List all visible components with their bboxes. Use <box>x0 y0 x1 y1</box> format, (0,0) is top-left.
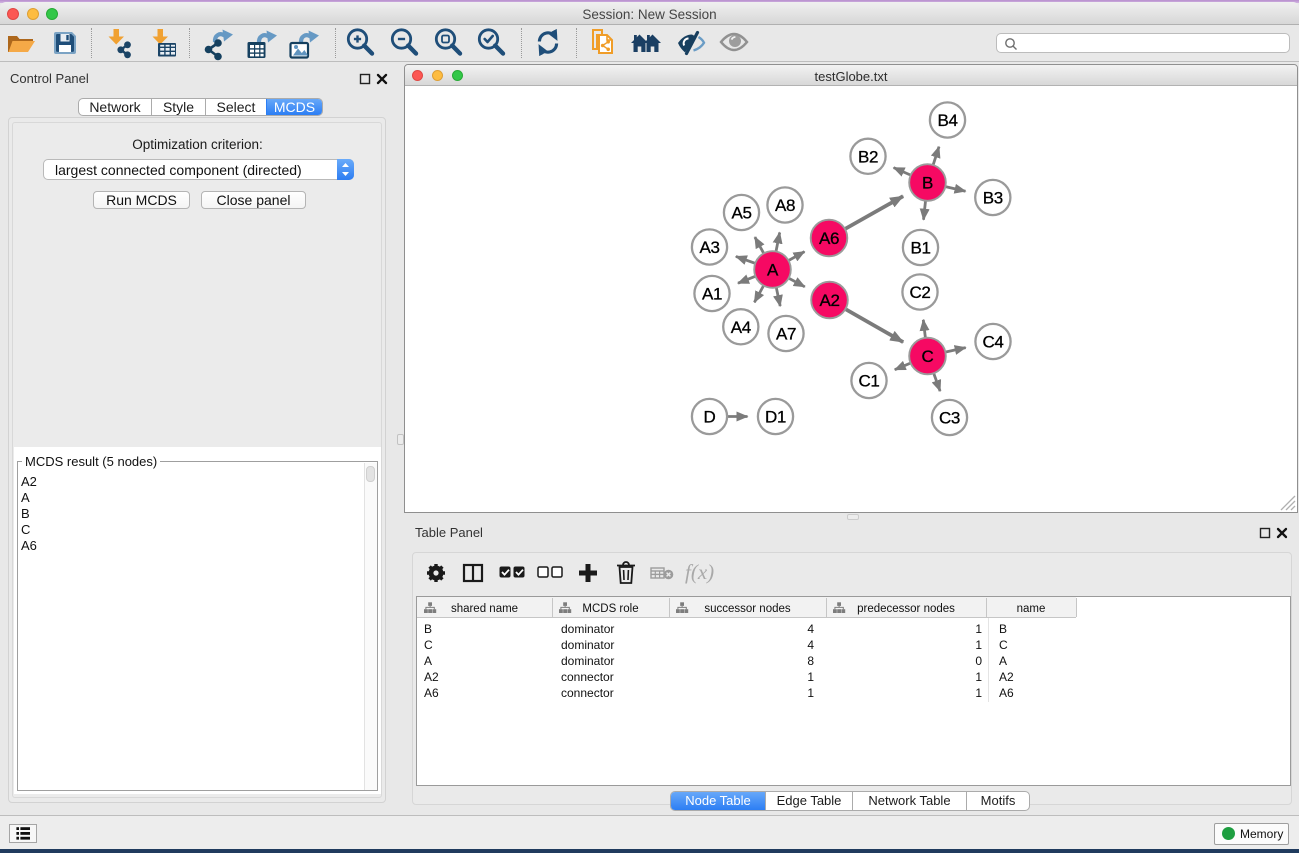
svg-text:B1: B1 <box>911 239 931 258</box>
svg-text:A3: A3 <box>700 238 720 257</box>
svg-text:B2: B2 <box>858 147 878 166</box>
svg-text:A8: A8 <box>775 196 795 215</box>
svg-text:C2: C2 <box>910 283 931 302</box>
svg-text:D1: D1 <box>765 408 786 427</box>
svg-text:A2: A2 <box>820 291 840 310</box>
svg-text:A7: A7 <box>776 325 796 344</box>
svg-text:B3: B3 <box>983 189 1003 208</box>
svg-text:C4: C4 <box>983 333 1004 352</box>
svg-text:A: A <box>767 261 779 280</box>
svg-text:A6: A6 <box>819 229 839 248</box>
svg-text:A5: A5 <box>732 204 752 223</box>
svg-text:A4: A4 <box>731 318 751 337</box>
svg-text:B4: B4 <box>938 111 958 130</box>
svg-text:C3: C3 <box>939 409 960 428</box>
svg-text:D: D <box>704 408 716 427</box>
svg-text:C: C <box>922 347 934 366</box>
svg-text:C1: C1 <box>859 372 880 391</box>
svg-text:A1: A1 <box>702 285 722 304</box>
svg-text:B: B <box>922 174 933 193</box>
